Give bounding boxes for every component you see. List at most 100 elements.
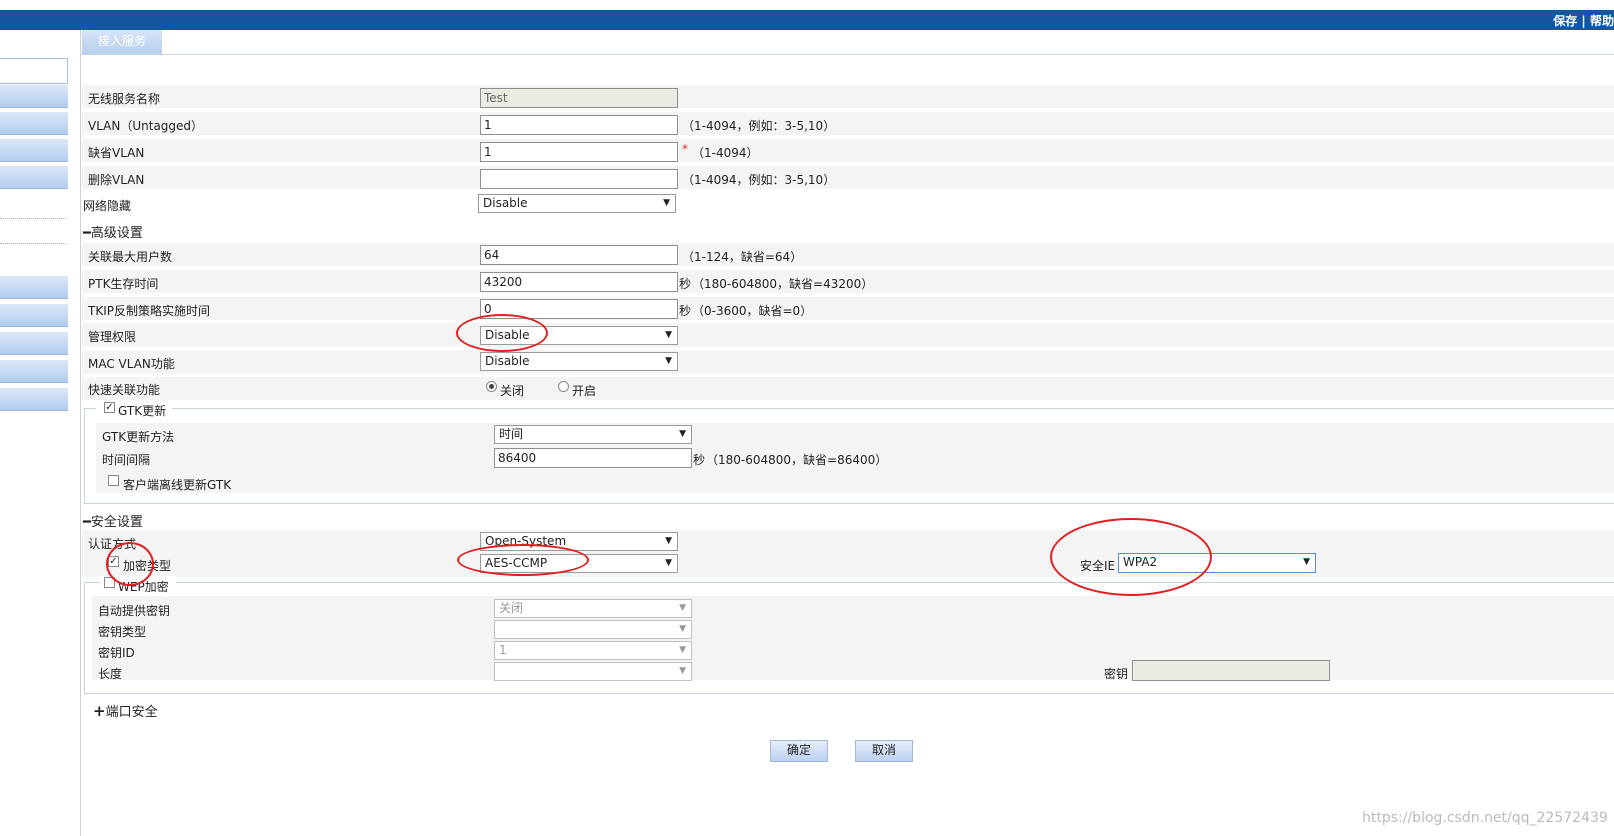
fast-assoc-on-radio[interactable] [558, 381, 569, 392]
hide-network-select[interactable]: Disable ▼ [478, 194, 676, 213]
ptk-hint: （180-604800，缺省=43200） [692, 277, 874, 291]
dropdown-arrow-icon: ▼ [663, 198, 670, 208]
security-section-header[interactable]: ━安全设置 [83, 511, 143, 530]
dropdown-arrow-icon: ▼ [679, 645, 686, 655]
gtk-interval-unit: 秒 [693, 453, 706, 467]
tab-underline [80, 54, 1614, 55]
fast-assoc-off-label: 关闭 [500, 384, 525, 398]
max-users-input[interactable]: 64 [480, 245, 678, 265]
default-vlan-input[interactable]: 1 [480, 142, 678, 162]
sidebar-item-2[interactable] [0, 112, 68, 135]
ptk-unit: 秒 [679, 277, 692, 291]
collapse-minus-icon: ━ [83, 515, 91, 530]
gtk-interval-label: 时间间隔 [102, 453, 151, 467]
row-gtk-method [96, 423, 1614, 446]
row-service-name [82, 85, 1614, 108]
row-fast-assoc [82, 377, 1614, 400]
gtk-method-label: GTK更新方法 [102, 430, 175, 444]
top-links[interactable]: 保存 | 帮助 [1553, 12, 1614, 29]
ptk-label: PTK生存时间 [88, 277, 159, 291]
row-mgmt-priv [82, 323, 1614, 347]
sidebar-divider [80, 30, 81, 836]
auto-key-value: 关闭 [499, 601, 524, 615]
default-vlan-hint: （1-4094） [692, 146, 759, 160]
sidebar-item-9[interactable] [0, 388, 68, 411]
dropdown-arrow-icon: ▼ [665, 330, 672, 340]
sidebar-divider-2 [0, 243, 66, 244]
tkip-unit: 秒 [679, 304, 692, 318]
gtk-interval-hint: （180-604800，缺省=86400） [706, 453, 888, 467]
sidebar-item-7[interactable] [0, 332, 68, 355]
sidebar-item-8[interactable] [0, 360, 68, 383]
row-default-vlan [82, 139, 1614, 162]
sidebar-box[interactable] [0, 58, 68, 84]
key-id-label: 密钥ID [98, 646, 135, 660]
vlan-untagged-input[interactable]: 1 [480, 115, 678, 135]
fast-assoc-label: 快速关联功能 [88, 383, 161, 397]
dropdown-arrow-icon: ▼ [679, 603, 686, 613]
length-select[interactable]: ▼ [494, 662, 692, 681]
dropdown-arrow-icon: ▼ [665, 356, 672, 366]
key-input [1132, 660, 1330, 681]
delete-vlan-input[interactable] [480, 169, 678, 189]
row-cipher [82, 553, 1614, 577]
watermark: https://blog.csdn.net/qq_22572439 [1362, 810, 1608, 826]
sidebar-item-3[interactable] [0, 139, 68, 162]
ok-button[interactable]: 确定 [770, 740, 828, 762]
tab-access-service[interactable]: 接入服务 [82, 30, 162, 54]
ptk-input[interactable]: 43200 [480, 272, 678, 292]
key-id-value: 1 [499, 643, 507, 657]
sidebar-item-5[interactable] [0, 276, 68, 299]
fast-assoc-off-radio[interactable] [486, 381, 497, 392]
top-band [0, 0, 1614, 10]
port-security-header[interactable]: +端口安全 [93, 701, 158, 720]
hide-network-value: Disable [483, 196, 528, 210]
mac-vlan-label: MAC VLAN功能 [88, 357, 175, 371]
key-type-select[interactable]: ▼ [494, 620, 692, 639]
annotation-circle-cipher-checkbox [106, 542, 154, 586]
top-bar: 保存 | 帮助 [0, 10, 1614, 30]
sidebar-divider-1 [0, 218, 66, 219]
advanced-section-header[interactable]: ━高级设置 [83, 222, 143, 241]
port-security-label: 端口安全 [105, 705, 158, 720]
max-users-label: 关联最大用户数 [88, 250, 173, 264]
row-max-users [82, 243, 1614, 266]
gtk-label: GTK更新 [118, 404, 167, 418]
sidebar-item-6[interactable] [0, 304, 68, 327]
dropdown-arrow-icon: ▼ [679, 429, 686, 439]
dropdown-arrow-icon: ▼ [665, 536, 672, 546]
annotation-circle-cipher [457, 544, 589, 576]
hide-network-label: 网络隐藏 [83, 199, 132, 213]
mgmt-priv-label: 管理权限 [88, 330, 137, 344]
security-section-label: 安全设置 [90, 515, 143, 530]
sidebar-item-1[interactable] [0, 85, 68, 108]
service-name-input: Test [480, 88, 678, 108]
max-users-hint: （1-124，缺省=64） [682, 250, 803, 264]
gtk-method-select[interactable]: 时间 ▼ [494, 425, 692, 444]
gtk-checkbox[interactable]: ✓ [104, 402, 115, 413]
required-star: * [682, 142, 688, 156]
auto-key-select[interactable]: 关闭 ▼ [494, 599, 692, 618]
fast-assoc-on-label: 开启 [572, 384, 597, 398]
key-type-label: 密钥类型 [98, 625, 147, 639]
key-label: 密钥 [1104, 667, 1129, 681]
length-label: 长度 [98, 667, 123, 681]
service-name-label: 无线服务名称 [88, 92, 161, 106]
row-mac-vlan [82, 350, 1614, 374]
row-tkip [82, 297, 1614, 320]
row-auth [82, 530, 1614, 553]
row-vlan-untagged [82, 112, 1614, 135]
gtk-interval-input[interactable]: 86400 [494, 448, 692, 468]
cancel-button[interactable]: 取消 [855, 740, 913, 762]
delete-vlan-hint: （1-4094，例如：3-5,10） [682, 173, 836, 187]
key-id-select[interactable]: 1 ▼ [494, 641, 692, 660]
sidebar-item-4[interactable] [0, 166, 68, 189]
dropdown-arrow-icon: ▼ [1303, 557, 1310, 567]
annotation-circle-security-ie [1050, 518, 1212, 596]
annotation-circle-mgmt [456, 314, 548, 352]
tkip-hint: （0-3600，缺省=0） [692, 304, 813, 318]
vlan-untagged-label: VLAN（Untagged） [88, 119, 204, 133]
default-vlan-label: 缺省VLAN [88, 146, 145, 160]
gtk-offline-checkbox[interactable] [108, 475, 119, 486]
mac-vlan-select[interactable]: Disable ▼ [480, 352, 678, 371]
